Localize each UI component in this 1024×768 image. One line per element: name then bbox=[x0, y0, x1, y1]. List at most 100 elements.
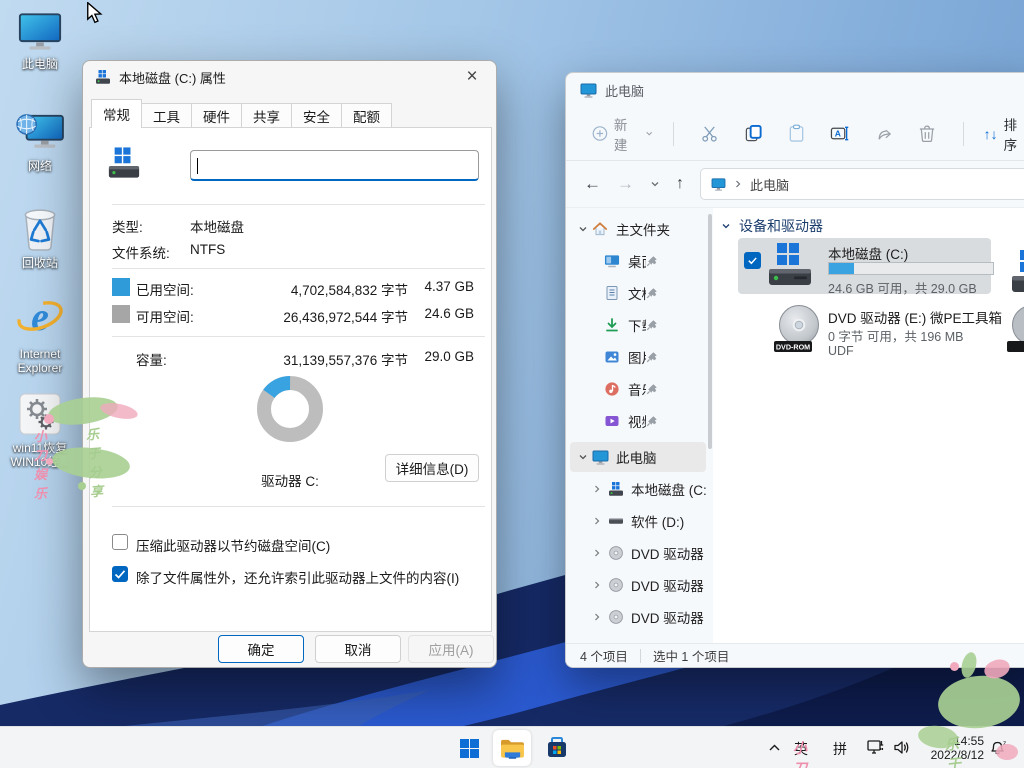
capacity-label: 容量: bbox=[136, 349, 167, 369]
up-button[interactable]: ↑ bbox=[676, 175, 684, 193]
sidebar-item-label: DVD 驱动器 (E:) bbox=[631, 543, 706, 563]
cancel-button[interactable]: 取消 bbox=[315, 635, 401, 663]
new-button[interactable]: 新建 bbox=[586, 108, 659, 160]
desktop-icon-network[interactable]: 网络 bbox=[2, 112, 78, 173]
dialog-titlebar[interactable]: 本地磁盘 (C:) 属性 bbox=[83, 61, 496, 93]
sidebar-item-pictures[interactable]: 图片 bbox=[570, 342, 706, 372]
free-space-bytes: 26,436,972,544 字节 bbox=[266, 306, 408, 326]
check-icon bbox=[113, 567, 127, 581]
sidebar-item-label: 下载 bbox=[628, 315, 646, 335]
toolbar-separator bbox=[673, 122, 674, 146]
compress-checkbox[interactable] bbox=[112, 534, 128, 550]
recent-locations-chevron-icon[interactable] bbox=[650, 179, 660, 189]
sidebar-item-label: 主文件夹 bbox=[616, 219, 706, 239]
ime-pinyin-indicator[interactable]: 拼 bbox=[833, 739, 847, 759]
index-checkbox[interactable] bbox=[112, 566, 128, 582]
pin-icon bbox=[646, 351, 658, 363]
dvd-icon-partial bbox=[1007, 304, 1024, 356]
cut-icon bbox=[700, 124, 719, 143]
close-icon[interactable]: × bbox=[452, 63, 492, 91]
sidebar-item-downloads[interactable]: 下载 bbox=[570, 310, 706, 340]
explorer-titlebar[interactable]: 此电脑 bbox=[566, 73, 1024, 107]
drive-icon-partial bbox=[1009, 248, 1024, 298]
drive-c-icon bbox=[766, 241, 814, 291]
tab-general[interactable]: 常规 bbox=[91, 99, 142, 128]
sort-button[interactable]: ↑↓ 排序 bbox=[978, 108, 1024, 160]
tab-tools[interactable]: 工具 bbox=[142, 103, 192, 128]
sidebar-scrollbar[interactable] bbox=[708, 214, 712, 449]
sidebar-item-drive-c[interactable]: 本地磁盘 (C:) bbox=[570, 474, 706, 504]
sidebar-item-desktop[interactable]: 桌面 bbox=[570, 246, 706, 276]
sidebar-item-music[interactable]: 音乐 bbox=[570, 374, 706, 404]
volume-tray-icon[interactable] bbox=[893, 739, 911, 756]
type-label: 类型: bbox=[112, 216, 143, 236]
breadcrumb-root[interactable]: 此电脑 bbox=[750, 175, 789, 194]
divider bbox=[112, 506, 485, 507]
drive-name: 本地磁盘 (C:) bbox=[828, 243, 908, 263]
desktop-icon-this-pc[interactable]: 此电脑 bbox=[2, 12, 78, 71]
sidebar-item-label: 视频 bbox=[628, 411, 646, 431]
details-button[interactable]: 详细信息(D) bbox=[385, 454, 479, 482]
drive-tile-c[interactable]: 本地磁盘 (C:) 24.6 GB 可用，共 29.0 GB bbox=[738, 238, 991, 294]
cut-button[interactable] bbox=[688, 124, 731, 143]
show-hidden-icons-chevron[interactable] bbox=[768, 743, 781, 753]
trash-icon bbox=[918, 124, 936, 143]
sidebar-item-documents[interactable]: 文档 bbox=[570, 278, 706, 308]
explorer-main: 设备和驱动器 本地磁盘 (C:) bbox=[713, 208, 1024, 643]
filesystem-value: NTFS bbox=[190, 242, 225, 257]
videos-icon bbox=[604, 413, 620, 429]
start-button[interactable] bbox=[450, 730, 488, 766]
section-devices-and-drives[interactable]: 设备和驱动器 bbox=[721, 216, 823, 236]
sidebar-item-videos[interactable]: 视频 bbox=[570, 406, 706, 436]
volume-label-input[interactable] bbox=[190, 150, 479, 181]
watermark-brand-text: 小刀娱乐 bbox=[34, 426, 47, 502]
selection-checkbox[interactable] bbox=[744, 252, 761, 269]
breadcrumb-chevron-icon bbox=[734, 179, 742, 189]
ok-button[interactable]: 确定 bbox=[218, 635, 304, 663]
rename-button[interactable]: A bbox=[818, 124, 861, 143]
check-icon bbox=[747, 255, 758, 266]
sidebar-item-label: 软件 (D:) bbox=[631, 511, 706, 531]
taskbar-file-explorer[interactable] bbox=[493, 730, 531, 766]
tab-security[interactable]: 安全 bbox=[292, 103, 342, 128]
drive-c-icon bbox=[608, 481, 624, 497]
taskbar-microsoft-store[interactable] bbox=[538, 730, 576, 766]
delete-button[interactable] bbox=[905, 124, 948, 143]
used-space-size: 4.37 GB bbox=[416, 279, 474, 294]
index-checkbox-label[interactable]: 除了文件属性外，还允许索引此驱动器上文件的内容(I) bbox=[136, 567, 459, 587]
sidebar-item-dvd-e[interactable]: DVD 驱动器 (E:) bbox=[570, 538, 706, 568]
back-button[interactable]: ← bbox=[584, 174, 601, 194]
sidebar-item-this-pc[interactable]: 此电脑 bbox=[570, 442, 706, 472]
sort-arrows-icon: ↑↓ bbox=[984, 126, 998, 142]
network-tray-icon[interactable] bbox=[866, 738, 886, 757]
drive-tile-dvd-e[interactable]: DVD-ROM DVD 驱动器 (E:) 微PE工具箱 0 字节 可用，共 19… bbox=[738, 300, 991, 362]
tab-hardware[interactable]: 硬件 bbox=[192, 103, 242, 128]
share-button[interactable] bbox=[862, 124, 905, 143]
drive-caption: 驱动器 C: bbox=[220, 470, 360, 490]
apply-button[interactable]: 应用(A) bbox=[408, 635, 494, 663]
chevron-down-icon bbox=[721, 221, 731, 231]
sidebar-item-dvd-partial[interactable]: DVD 驱动器 (F:) bbox=[570, 602, 706, 632]
sidebar-item-drive-d[interactable]: 软件 (D:) bbox=[570, 506, 706, 536]
chevron-right-icon bbox=[592, 580, 602, 590]
tab-sharing[interactable]: 共享 bbox=[242, 103, 292, 128]
tab-quota[interactable]: 配额 bbox=[342, 103, 392, 128]
sidebar-item-home[interactable]: 主文件夹 bbox=[570, 214, 706, 244]
share-icon bbox=[874, 124, 893, 143]
address-bar[interactable]: 此电脑 bbox=[700, 168, 1024, 200]
capacity-size: 29.0 GB bbox=[416, 349, 474, 364]
sidebar-item-label: 音乐 bbox=[628, 379, 646, 399]
type-value: 本地磁盘 bbox=[190, 216, 244, 236]
copy-button[interactable] bbox=[732, 124, 775, 143]
forward-button[interactable]: → bbox=[617, 174, 634, 194]
desktop-icon-label: 网络 bbox=[2, 159, 78, 173]
sidebar-item-dvd-f[interactable]: DVD 驱动器 (F:) bbox=[570, 570, 706, 600]
drive-info: 0 字节 可用，共 196 MB bbox=[828, 326, 963, 345]
paste-button[interactable] bbox=[775, 124, 818, 143]
desktop-icon-recycle-bin[interactable]: 回收站 bbox=[2, 205, 78, 270]
chevron-down-icon bbox=[645, 129, 653, 138]
network-icon bbox=[15, 112, 65, 154]
desktop-icon-internet-explorer[interactable]: e Internet Explorer bbox=[2, 292, 78, 375]
divider bbox=[112, 204, 485, 205]
compress-checkbox-label[interactable]: 压缩此驱动器以节约磁盘空间(C) bbox=[136, 535, 330, 555]
